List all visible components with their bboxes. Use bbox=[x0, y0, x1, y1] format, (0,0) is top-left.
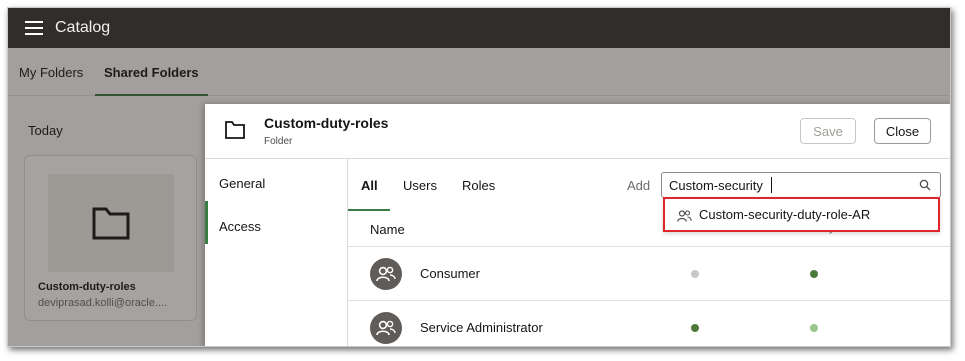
app-header: Catalog bbox=[8, 8, 950, 48]
role-name: Service Administrator bbox=[420, 320, 543, 335]
dialog-title: Custom-duty-roles bbox=[264, 115, 389, 131]
search-icon[interactable] bbox=[919, 179, 931, 191]
add-member-search-input[interactable]: Custom-security bbox=[661, 172, 941, 198]
close-button[interactable]: Close bbox=[874, 118, 931, 144]
nav-general[interactable]: General bbox=[219, 176, 265, 191]
nav-active-indicator bbox=[205, 201, 208, 244]
dialog-header: Custom-duty-roles Folder Save Close bbox=[205, 104, 950, 159]
role-group-icon bbox=[370, 312, 402, 344]
role-group-icon bbox=[370, 258, 402, 290]
users-icon bbox=[677, 210, 692, 222]
suggestion-label: Custom-security-duty-role-AR bbox=[699, 207, 871, 222]
app-title: Catalog bbox=[55, 19, 111, 36]
dialog-subtitle: Folder bbox=[264, 136, 293, 147]
add-label: Add bbox=[627, 178, 651, 193]
folder-icon bbox=[225, 121, 245, 139]
tab-all[interactable]: All bbox=[361, 178, 378, 193]
active-tab-indicator bbox=[348, 209, 390, 211]
search-input-value: Custom-security bbox=[669, 178, 763, 193]
hamburger-menu-icon[interactable] bbox=[25, 21, 43, 35]
table-row: Consumer bbox=[348, 247, 950, 301]
dialog-nav: General Access bbox=[205, 159, 348, 346]
role-name: Consumer bbox=[420, 266, 480, 281]
tab-roles[interactable]: Roles bbox=[462, 178, 495, 193]
read-write-indicator[interactable] bbox=[691, 324, 699, 332]
column-header-name: Name bbox=[370, 222, 405, 237]
read-only-indicator[interactable] bbox=[810, 324, 818, 332]
table-row: Service Administrator bbox=[348, 301, 950, 346]
tab-users[interactable]: Users bbox=[403, 178, 437, 193]
text-caret bbox=[771, 177, 772, 193]
search-suggestion-item[interactable]: Custom-security-duty-role-AR bbox=[663, 197, 940, 232]
read-write-indicator[interactable] bbox=[691, 270, 699, 278]
app-window: Catalog My Folders Shared Folders Today … bbox=[7, 7, 951, 347]
save-button[interactable]: Save bbox=[800, 118, 856, 144]
nav-access[interactable]: Access bbox=[219, 219, 261, 234]
read-only-indicator[interactable] bbox=[810, 270, 818, 278]
access-panel: All Users Roles Add Custom-security Name… bbox=[348, 159, 950, 346]
